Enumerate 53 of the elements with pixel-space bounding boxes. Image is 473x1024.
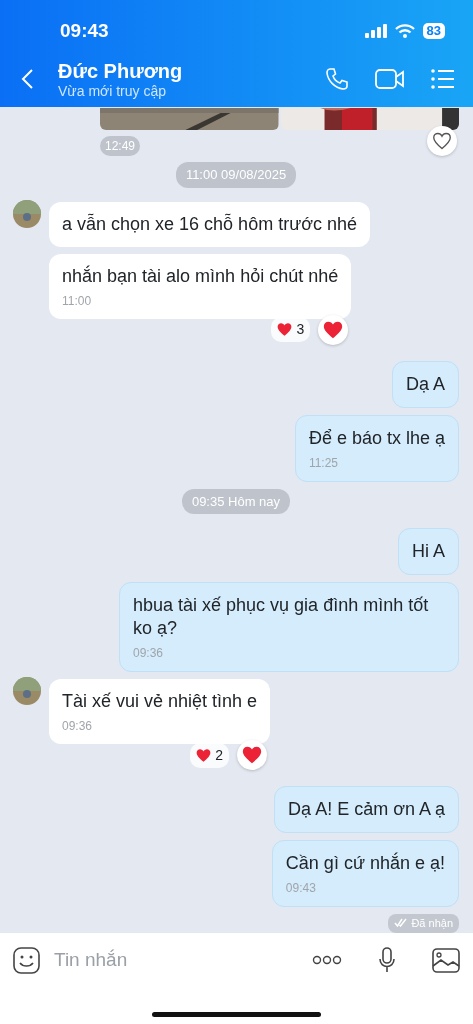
message-bubble[interactable]: Hi A — [398, 528, 459, 575]
message-text: Cần gì cứ nhắn e ạ! — [285, 852, 445, 875]
presence-status: Vừa mới truy cập — [58, 82, 168, 99]
heart-icon — [242, 745, 263, 765]
emoji-icon[interactable] — [13, 946, 40, 974]
check-icon — [394, 918, 409, 927]
like-button[interactable] — [427, 126, 457, 156]
heart-icon — [433, 132, 451, 150]
message-time: 09:36 — [62, 719, 94, 733]
message-time: 09:36 — [133, 646, 165, 660]
message-bubble[interactable]: Tài xế vui vẻ nhiệt tình e 09:36 — [49, 679, 271, 744]
message-bubble[interactable]: Cần gì cứ nhắn e ạ! 09:43 — [271, 840, 459, 907]
message-bubble[interactable]: Dạ A! E cảm ơn A ạ — [274, 786, 459, 833]
delivery-status: Đã nhận — [388, 914, 459, 933]
message-text: Dạ A — [405, 372, 445, 396]
more-icon[interactable] — [312, 955, 342, 965]
clock-time: 09:43 — [60, 18, 109, 43]
message-text: Để e báo tx lhe ạ — [308, 426, 445, 450]
message-bubble[interactable]: a vẫn chọn xe 16 chỗ hôm trước nhé — [49, 201, 371, 247]
contact-name: Đức Phương — [58, 58, 184, 83]
message-bubble[interactable]: Dạ A — [391, 360, 459, 408]
message-text: nhắn bạn tài alo mình hỏi chút nhé — [62, 264, 339, 288]
message-text: Hi A — [412, 540, 445, 563]
image-icon[interactable] — [432, 947, 460, 973]
message-bubble[interactable]: Để e báo tx lhe ạ 11:25 — [294, 414, 459, 482]
heart-icon — [277, 322, 293, 337]
date-separator: 11:00 09/08/2025 — [175, 162, 297, 188]
phone-call-icon[interactable] — [325, 66, 349, 91]
message-bubble[interactable]: nhắn bạn tài alo mình hỏi chút nhé 11:00 — [49, 253, 352, 319]
back-button[interactable] — [20, 67, 34, 90]
message-time: 11:00 — [62, 293, 93, 308]
message-time: 11:25 — [308, 455, 340, 470]
battery-level: 83 — [422, 23, 445, 39]
message-text: Tài xế vui vẻ nhiệt tình e — [62, 690, 258, 713]
message-text: hbua tài xế phục vụ gia đình mình tốt ko ạ? — [133, 594, 430, 640]
heart-icon — [196, 747, 212, 763]
wifi-icon — [394, 24, 415, 38]
message-time: 09:43 — [285, 881, 317, 895]
microphone-icon[interactable] — [378, 947, 396, 973]
reaction-count[interactable]: 2 — [190, 742, 230, 768]
menu-icon[interactable] — [431, 68, 455, 89]
avatar[interactable] — [13, 677, 41, 705]
message-text: a vẫn chọn xe 16 chỗ hôm trước nhé — [62, 212, 358, 236]
video-call-icon[interactable] — [375, 67, 405, 90]
signal-icon — [364, 24, 387, 38]
date-separator: 09:35 Hôm nay — [181, 488, 291, 514]
reaction-count[interactable]: 3 — [271, 317, 311, 342]
message-text: Dạ A! E cảm ơn A ạ — [288, 798, 445, 821]
message-input[interactable]: Tin nhắn — [52, 944, 300, 976]
heart-icon — [323, 319, 344, 340]
message-time: 12:49 — [100, 136, 141, 156]
avatar[interactable] — [13, 199, 41, 228]
message-bubble[interactable]: hbua tài xế phục vụ gia đình mình tốt ko ạ? 09:36 — [119, 582, 459, 672]
